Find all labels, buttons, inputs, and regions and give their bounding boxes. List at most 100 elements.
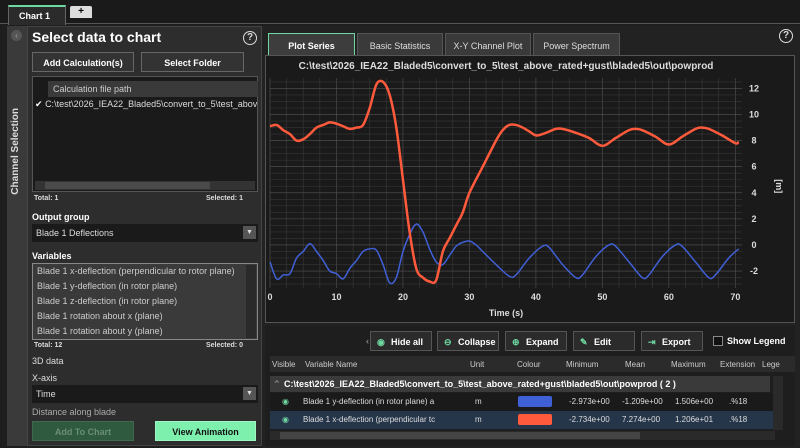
column-header[interactable]: Colour xyxy=(517,360,541,369)
group-path: C:\test\2026_IEA22_Bladed5\convert_to_5\… xyxy=(284,379,676,389)
y-tick-label: 12 xyxy=(749,83,759,93)
variable-item[interactable]: Blade 1 z-deflection (in rotor plane) xyxy=(33,294,257,309)
tab-xy-channel-plot[interactable]: X-Y Channel Plot xyxy=(445,33,531,56)
x-tick-label: 70 xyxy=(730,292,740,302)
vertical-scrollbar[interactable] xyxy=(773,376,783,430)
visible-eye-icon[interactable]: ◉ xyxy=(282,397,289,406)
y-tick-label: 6 xyxy=(751,162,756,172)
help-icon[interactable]: ? xyxy=(779,29,793,43)
chart-title: C:\test\2026_IEA22_Bladed5\convert_to_5\… xyxy=(299,61,714,72)
help-icon[interactable]: ? xyxy=(243,31,257,45)
column-header[interactable]: Lege xyxy=(762,360,780,369)
variable-item[interactable]: Blade 1 rotation about y (plane) xyxy=(33,324,257,339)
calculation-file-list: Calculation file path ✔ C:\test\2026_IEA… xyxy=(32,76,258,192)
variable-name: Blade 1 y-deflection (in rotor plane) a xyxy=(303,397,435,406)
expand-label: Expand xyxy=(526,337,559,347)
add-tab-button[interactable]: + xyxy=(70,6,92,18)
file-row[interactable]: ✔ C:\test\2026_IEA22_Bladed5\convert_to_… xyxy=(35,99,257,110)
column-header[interactable]: Mean xyxy=(625,360,645,369)
tab-plot-series[interactable]: Plot Series xyxy=(268,33,355,56)
checkbox-checked-icon[interactable]: ✔ xyxy=(35,99,43,109)
column-header[interactable]: Minimum xyxy=(566,360,598,369)
distance-along-blade-label: Distance along blade xyxy=(32,407,117,417)
y-tick-label: 0 xyxy=(751,240,756,250)
expand-button[interactable]: ⊕ Expand xyxy=(505,331,567,351)
hide-all-button[interactable]: ◉ Hide all xyxy=(370,331,432,351)
tab-chart-1[interactable]: Chart 1 xyxy=(8,5,66,25)
variables-selected: Selected: 0 xyxy=(206,342,243,349)
variable-item[interactable]: Blade 1 x-deflection (perpendicular to r… xyxy=(33,264,257,279)
vertical-scrollbar[interactable] xyxy=(246,265,256,338)
export-icon: ⇥ xyxy=(648,337,656,347)
horizontal-scrollbar[interactable] xyxy=(270,431,775,440)
series-line xyxy=(269,223,740,285)
collapse-icon: ⊖ xyxy=(444,337,452,347)
maximum: 1.206e+01 xyxy=(675,415,714,424)
tab-power-spectrum[interactable]: Power Spectrum xyxy=(533,33,620,56)
visible-eye-icon[interactable]: ◉ xyxy=(282,415,289,424)
view-animation-button[interactable]: View Animation xyxy=(155,421,256,441)
files-total: Total: 1 xyxy=(34,195,59,202)
channel-selection-sidebar[interactable]: ‹ Channel Selection xyxy=(7,26,27,446)
variables-list[interactable]: Blade 1 x-deflection (perpendicular to r… xyxy=(32,263,258,340)
plot-area[interactable]: C:\test\2026_IEA22_Bladed5\convert_to_5\… xyxy=(265,55,795,323)
column-header[interactable]: Visible xyxy=(272,360,295,369)
group-row[interactable]: ⌃ C:\test\2026_IEA22_Bladed5\convert_to_5… xyxy=(270,376,770,392)
maximum: 1.506e+00 xyxy=(675,397,714,406)
variable-item[interactable]: Blade 1 rotation about x (plane) xyxy=(33,309,257,324)
collapse-group-icon[interactable]: ⌃ xyxy=(273,379,281,390)
x-tick-label: 50 xyxy=(597,292,607,302)
colour-swatch[interactable] xyxy=(518,396,552,407)
export-button[interactable]: ⇥ Export xyxy=(641,331,703,351)
variable-item[interactable]: Blade 1 y-deflection (in rotor plane) xyxy=(33,279,257,294)
table-row[interactable]: ◉ Blade 1 y-deflection (in rotor plane) … xyxy=(270,393,780,411)
table-row[interactable]: ◉ Blade 1 x-deflection (perpendicular tc… xyxy=(270,411,780,429)
output-group-dropdown[interactable]: Blade 1 Deflections ▼ xyxy=(32,224,258,242)
show-legend-label: Show Legend xyxy=(727,336,786,346)
export-label: Export xyxy=(662,337,691,347)
collapse-icon[interactable]: ‹ xyxy=(11,30,22,41)
edit-icon: ✎ xyxy=(580,337,588,347)
file-path: C:\test\2026_IEA22_Bladed5\convert_to_5\… xyxy=(45,99,257,109)
show-legend-checkbox[interactable] xyxy=(713,336,723,346)
column-header[interactable]: Variable Name xyxy=(305,360,357,369)
add-calculations-button[interactable]: Add Calculation(s) xyxy=(32,52,134,72)
tab-basic-statistics[interactable]: Basic Statistics xyxy=(357,33,443,56)
eye-icon: ‹ xyxy=(366,336,369,346)
edit-label: Edit xyxy=(594,337,611,347)
x-tick-label: 60 xyxy=(664,292,674,302)
output-group-label: Output group xyxy=(32,212,90,222)
eye-icon: ◉ xyxy=(377,337,385,347)
line-chart[interactable]: C:\test\2026_IEA22_Bladed5\convert_to_5\… xyxy=(266,56,796,324)
add-to-chart-button[interactable]: Add To Chart xyxy=(32,421,134,441)
mean: -1.209e+00 xyxy=(622,397,663,406)
select-folder-button[interactable]: Select Folder xyxy=(141,52,244,72)
colour-swatch[interactable] xyxy=(518,414,552,425)
variables-label: Variables xyxy=(32,251,72,261)
x-tick-label: 40 xyxy=(531,292,541,302)
x-axis-value: Time xyxy=(36,389,56,399)
edit-button[interactable]: ✎ Edit xyxy=(573,331,635,351)
y-tick-label: -2 xyxy=(750,266,758,276)
3d-data-label: 3D data xyxy=(32,356,64,366)
sidebar-label: Channel Selection xyxy=(10,108,21,195)
expand-icon: ⊕ xyxy=(512,337,520,347)
series-line xyxy=(269,79,740,285)
column-header[interactable]: Maximum xyxy=(671,360,706,369)
collapse-button[interactable]: ⊖ Collapse xyxy=(437,331,499,351)
minimum: -2.973e+00 xyxy=(569,397,610,406)
collapse-label: Collapse xyxy=(458,337,496,347)
files-selected: Selected: 1 xyxy=(206,195,243,202)
extension: .%18 xyxy=(729,415,748,424)
x-axis-dropdown[interactable]: Time ▼ xyxy=(32,385,258,403)
chevron-down-icon: ▼ xyxy=(243,226,256,239)
x-tick-label: 0 xyxy=(267,292,272,302)
horizontal-scrollbar[interactable] xyxy=(35,181,255,190)
unit: m xyxy=(475,415,482,424)
output-group-value: Blade 1 Deflections xyxy=(36,228,114,238)
column-header[interactable]: Extension xyxy=(720,360,755,369)
column-header[interactable]: Unit xyxy=(470,360,484,369)
minimum: -2.734e+00 xyxy=(569,415,610,424)
x-axis-label: Time (s) xyxy=(489,308,523,318)
column-header-file-path[interactable]: Calculation file path xyxy=(48,81,258,97)
